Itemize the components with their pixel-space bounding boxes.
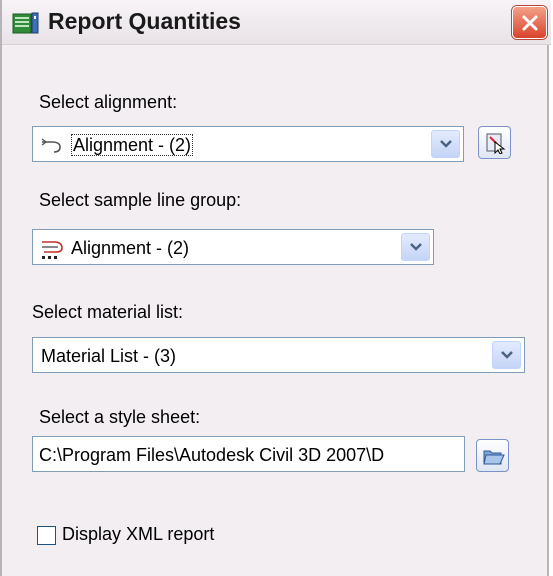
alignment-value: Alignment - (2)	[71, 134, 194, 156]
sample-line-group-combobox[interactable]: Alignment - (2)	[32, 229, 434, 265]
browse-style-sheet-button[interactable]	[476, 439, 509, 472]
alignment-combobox[interactable]: Alignment - (2)	[32, 126, 464, 162]
title-bar[interactable]: Report Quantities	[2, 0, 551, 45]
sample-line-group-label: Select sample line group:	[39, 190, 242, 210]
chevron-down-icon	[409, 243, 422, 251]
material-list-dropdown-button[interactable]	[492, 341, 521, 369]
sample-line-group-icon	[42, 241, 63, 259]
style-sheet-label: Select a style sheet:	[39, 407, 201, 427]
report-quantities-dialog: Report Quantities Select alignment: Alig…	[0, 0, 551, 576]
material-list-label: Select material list:	[32, 302, 184, 322]
sample-line-group-dropdown-button[interactable]	[401, 233, 430, 261]
folder-icon	[482, 450, 505, 464]
chevron-down-icon	[439, 140, 452, 148]
material-list-value: Material List - (3)	[41, 346, 177, 366]
chevron-down-icon	[500, 351, 513, 359]
display-xml-checkbox[interactable]	[37, 526, 56, 545]
pick-from-drawing-icon	[486, 133, 505, 154]
alignment-icon	[41, 138, 61, 153]
sample-line-group-value: Alignment - (2)	[71, 238, 190, 258]
app-icon	[12, 12, 39, 34]
alignment-label: Select alignment:	[39, 92, 178, 112]
pick-alignment-button[interactable]	[478, 126, 511, 159]
material-list-combobox[interactable]: Material List - (3)	[32, 337, 525, 373]
close-icon	[522, 15, 537, 30]
style-sheet-field[interactable]: C:\Program Files\Autodesk Civil 3D 2007\…	[32, 436, 465, 472]
close-button[interactable]	[512, 6, 547, 39]
display-xml-label[interactable]: Display XML report	[62, 524, 214, 545]
window-title: Report Quantities	[48, 8, 241, 34]
style-sheet-value: C:\Program Files\Autodesk Civil 3D 2007\…	[39, 445, 385, 465]
alignment-dropdown-button[interactable]	[431, 130, 460, 158]
